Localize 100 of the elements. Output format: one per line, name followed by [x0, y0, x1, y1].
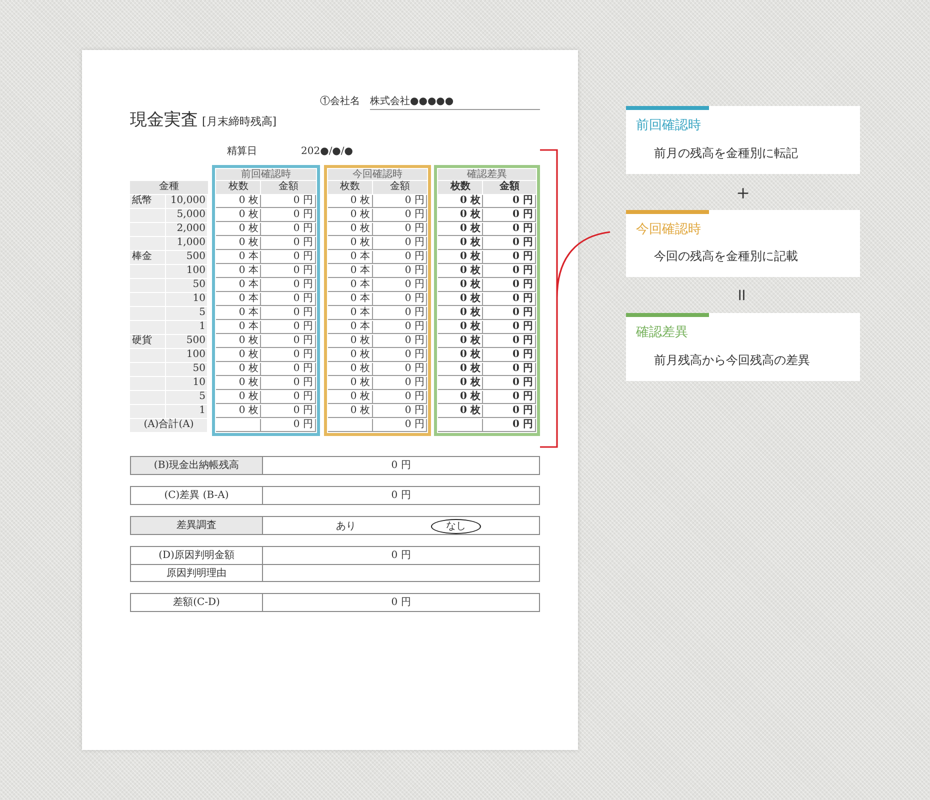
table-cell: 0 円 — [261, 278, 316, 292]
table-cell: 100 — [166, 264, 208, 278]
table-cell: 50 — [166, 362, 208, 376]
table-cell: 棒金 — [130, 250, 166, 264]
table-cell: 0 円 — [372, 292, 428, 306]
table-cell: 0 円 — [483, 390, 536, 404]
table-cell: 0 円 — [483, 404, 536, 418]
table-cell: 0 円 — [372, 418, 428, 432]
table-cell: 0 円 — [261, 264, 316, 278]
table-cell: 0 枚 — [438, 236, 484, 250]
group-title: 前回確認時 — [216, 168, 316, 180]
table-cell: 5,000 — [166, 208, 208, 222]
choice-option[interactable]: あり — [321, 518, 371, 534]
table-cell: 0 円 — [261, 236, 316, 250]
table-cell: 紙幣 — [130, 194, 166, 208]
table-cell: 0 円 — [483, 208, 536, 222]
table-cell: 0 枚 — [438, 334, 484, 348]
row-label: 差額(C-D) — [131, 594, 263, 610]
table-cell: 0 円 — [483, 292, 536, 306]
table-cell: 0 円 — [261, 208, 316, 222]
table-cell: 0 枚 — [216, 390, 262, 404]
table-cell: 0 枚 — [438, 306, 484, 320]
table-cell: 0 本 — [216, 320, 262, 334]
choice-option[interactable]: なし — [431, 518, 481, 534]
table-cell: 0 枚 — [438, 376, 484, 390]
table-cell: 0 円 — [261, 320, 316, 334]
table-cell: 0 枚 — [438, 222, 484, 236]
table-cell: 0 円 — [372, 264, 428, 278]
table-cell: 0 枚 — [328, 236, 373, 250]
table-cell: 0 円 — [261, 418, 316, 432]
table-cell: 0 本 — [216, 306, 262, 320]
table-cell: 0 円 — [372, 320, 428, 334]
table-cell: 0 円 — [483, 250, 536, 264]
table-cell: 0 枚 — [216, 362, 262, 376]
note-description: 前月残高から今回残高の差異 — [654, 352, 811, 368]
table-header: 金額 — [372, 180, 428, 194]
table-cell: 5 — [166, 390, 208, 404]
table-cell: 0 枚 — [328, 194, 373, 208]
table-cell: 0 円 — [372, 278, 428, 292]
table-cell: 0 円 — [372, 404, 428, 418]
table-cell: 0 円 — [261, 194, 316, 208]
table-cell: 0 枚 — [438, 292, 484, 306]
table-cell: 10,000 — [166, 194, 208, 208]
table-cell: 0 円 — [372, 222, 428, 236]
table-cell: 2,000 — [166, 222, 208, 236]
table-cell: 0 枚 — [216, 236, 262, 250]
table-header: 金額 — [483, 180, 536, 194]
form-subtitle: [月末締時残高] — [202, 115, 277, 128]
table-cell: 0 枚 — [328, 208, 373, 222]
row-label: 原因判明理由 — [131, 564, 263, 580]
table-cell: 0 本 — [216, 292, 262, 306]
table-cell: 0 円 — [483, 348, 536, 362]
company-label: ①会社名 — [320, 94, 360, 109]
table-cell: 0 円 — [261, 222, 316, 236]
settlement-label: 精算日 — [227, 144, 257, 158]
table-cell: 0 円 — [372, 208, 428, 222]
table-cell: 0 円 — [372, 376, 428, 390]
table-cell: 0 枚 — [216, 208, 262, 222]
table-cell: 1 — [166, 320, 208, 334]
table-cell: 0 枚 — [438, 250, 484, 264]
row-label: (B)現金出納帳残高 — [131, 456, 263, 474]
table-cell: 0 円 — [483, 222, 536, 236]
table-cell: 0 円 — [261, 348, 316, 362]
table-cell: 0 本 — [216, 278, 262, 292]
row-label: (C)差異 (B-A) — [131, 486, 263, 504]
table-cell: 0 円 — [261, 390, 316, 404]
table-cell: 0 円 — [372, 194, 428, 208]
table-cell: 0 円 — [372, 348, 428, 362]
table-cell: 0 枚 — [438, 208, 484, 222]
table-cell: 10 — [166, 376, 208, 390]
table-cell: 0 円 — [483, 306, 536, 320]
table-cell: 0 枚 — [216, 348, 262, 362]
row-value: 0 円 — [391, 458, 411, 472]
table-header: 枚数 — [216, 180, 262, 194]
table-cell: 0 枚 — [438, 320, 484, 334]
table-cell: 0 円 — [483, 418, 536, 432]
table-cell: 0 円 — [483, 362, 536, 376]
table-cell: 1 — [166, 404, 208, 418]
table-cell: 0 枚 — [438, 362, 484, 376]
table-cell: 0 本 — [328, 320, 373, 334]
table-cell: 0 本 — [328, 250, 373, 264]
table-cell: 10 — [166, 292, 208, 306]
operator-sign: ＝ — [730, 285, 756, 305]
table-cell: 0 円 — [261, 362, 316, 376]
table-cell: 0 円 — [372, 306, 428, 320]
table-header: 金種 — [130, 180, 208, 194]
table-cell: 0 円 — [261, 292, 316, 306]
group-title: 今回確認時 — [328, 168, 428, 180]
table-cell: (A)合計(A) — [130, 418, 208, 432]
table-cell: 0 枚 — [216, 376, 262, 390]
form-title: 現金実査 — [130, 110, 198, 130]
table-header: 枚数 — [328, 180, 373, 194]
table-cell: 0 枚 — [328, 362, 373, 376]
table-cell: 0 円 — [372, 362, 428, 376]
table-cell: 0 枚 — [216, 194, 262, 208]
table-cell: 0 枚 — [328, 222, 373, 236]
table-cell: 0 枚 — [216, 222, 262, 236]
table-header: 金額 — [261, 180, 316, 194]
table-cell: 0 枚 — [328, 334, 373, 348]
table-cell: 0 枚 — [438, 390, 484, 404]
